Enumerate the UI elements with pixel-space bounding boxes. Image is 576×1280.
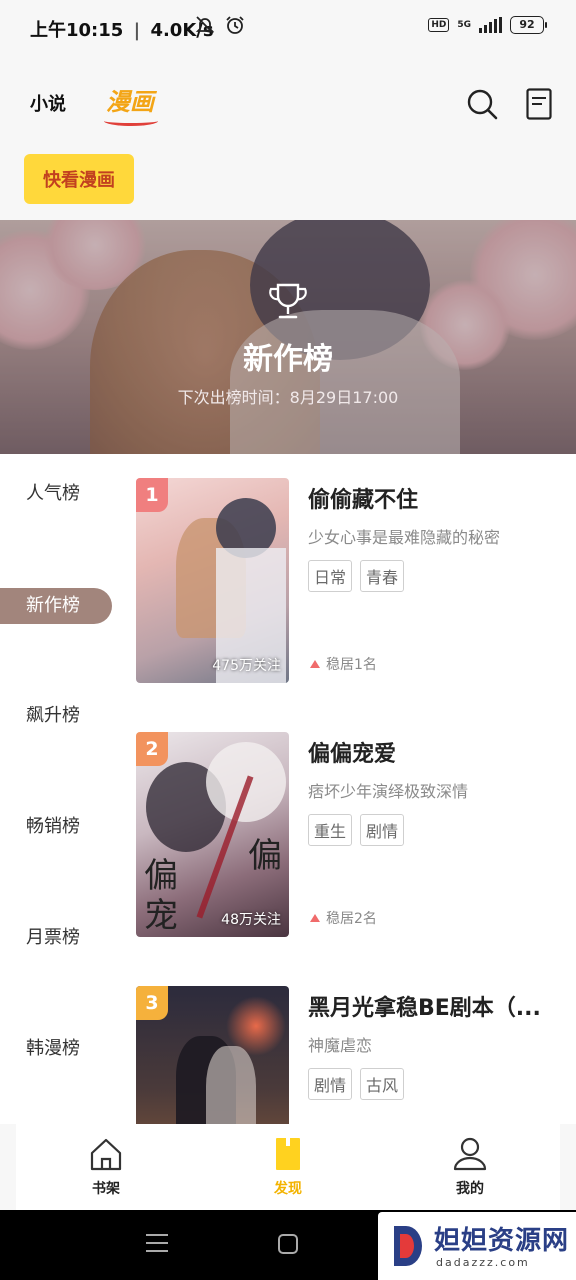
- home-icon: [90, 1138, 122, 1171]
- rank-status-text: 稳居1名: [326, 657, 377, 673]
- follower-count: 48万关注: [221, 912, 281, 928]
- bottom-navigation: 书架 发现 我的: [16, 1124, 560, 1210]
- watermark: 妲妲资源网 dadazzz.com: [378, 1212, 576, 1280]
- battery-icon: 92: [510, 16, 547, 34]
- comic-title[interactable]: 偷偷藏不住: [308, 482, 564, 514]
- banner-subtitle: 下次出榜时间：8月29日17:00: [177, 388, 399, 407]
- tag[interactable]: 古风: [360, 1068, 405, 1100]
- rank-up-icon: [310, 914, 320, 922]
- tab-active-indicator: [104, 116, 158, 126]
- category-korean[interactable]: 韩漫榜: [0, 1031, 112, 1067]
- app-screen: 上午10:15 | 4.0K/s HD 5G 92 小说 漫画 快看漫画 新作榜…: [0, 0, 576, 1280]
- nav-discover[interactable]: 发现: [238, 1136, 338, 1198]
- status-icons-left: [194, 14, 246, 36]
- tag[interactable]: 青春: [360, 560, 405, 592]
- nav-discover-label: 发现: [274, 1181, 302, 1197]
- status-time: 上午10:15 | 4.0K/s: [30, 16, 214, 42]
- status-icons-right: HD 5G 92: [428, 16, 547, 34]
- banner-title: 新作榜: [243, 342, 333, 377]
- signal-icon: [479, 17, 502, 33]
- search-icon[interactable]: [466, 88, 498, 120]
- time-text: 上午10:15: [30, 20, 124, 41]
- home-button-icon[interactable]: [278, 1234, 298, 1254]
- menu-icon[interactable]: [146, 1234, 168, 1254]
- watermark-logo-icon: [394, 1226, 422, 1266]
- network-type: 5G: [457, 19, 471, 30]
- rank-badge: 3: [136, 986, 168, 1020]
- comic-title[interactable]: 黑月光拿稳BE剧本（...: [308, 990, 564, 1022]
- category-popular[interactable]: 人气榜: [0, 476, 112, 512]
- watermark-title: 妲妲资源网: [434, 1226, 570, 1256]
- discover-book-icon: [276, 1138, 300, 1170]
- rank-badge: 2: [136, 732, 168, 766]
- rank-badge: 1: [136, 478, 168, 512]
- battery-level: 92: [519, 18, 535, 31]
- rank-status: 稳居2名: [310, 908, 377, 928]
- tag[interactable]: 日常: [308, 560, 353, 592]
- hd-badge: HD: [428, 18, 450, 32]
- category-bestselling[interactable]: 畅销榜: [0, 809, 112, 845]
- comic-info: 偏偏宠爱 痞坏少年演绎极致深情 重生 剧情: [308, 732, 568, 846]
- list-item[interactable]: 1 475万关注 偷偷藏不住 少女心事是最难隐藏的秘密 日常 青春 稳居1名: [136, 478, 576, 684]
- history-book-icon[interactable]: [526, 88, 552, 120]
- category-new[interactable]: 新作榜: [0, 588, 112, 624]
- tag-list: 日常 青春: [308, 560, 568, 592]
- tab-novel[interactable]: 小说: [30, 90, 66, 116]
- status-separator: |: [133, 20, 141, 41]
- trophy-icon: [269, 283, 307, 319]
- watermark-url: dadazzz.com: [436, 1256, 530, 1269]
- rank-status-text: 稳居2名: [326, 911, 377, 927]
- tag-list: 重生 剧情: [308, 814, 568, 846]
- category-monthly-ticket[interactable]: 月票榜: [0, 920, 112, 956]
- comic-description: 痞坏少年演绎极致深情: [308, 782, 469, 801]
- comic-info: 黑月光拿稳BE剧本（... 神魔虐恋 剧情 古风: [308, 986, 568, 1100]
- tag-list: 剧情 古风: [308, 1068, 568, 1100]
- follower-count: 475万关注: [212, 658, 281, 674]
- comic-cover[interactable]: 3: [136, 986, 289, 1124]
- nav-mine[interactable]: 我的: [420, 1136, 520, 1198]
- tab-comic[interactable]: 漫画: [106, 82, 154, 117]
- ranking-banner: 新作榜 下次出榜时间：8月29日17:00: [0, 220, 576, 454]
- status-bar: 上午10:15 | 4.0K/s HD 5G 92: [0, 0, 576, 56]
- quick-comic-button[interactable]: 快看漫画: [24, 154, 134, 204]
- list-item[interactable]: 偏 偏 宠 2 48万关注 偏偏宠爱 痞坏少年演绎极致深情 重生 剧情 稳居2名: [136, 732, 576, 938]
- comic-cover[interactable]: 1 475万关注: [136, 478, 289, 683]
- nav-shelf[interactable]: 书架: [56, 1136, 156, 1198]
- nav-mine-label: 我的: [456, 1181, 484, 1197]
- comic-cover[interactable]: 偏 偏 宠 2 48万关注: [136, 732, 289, 937]
- tag[interactable]: 剧情: [360, 814, 405, 846]
- comic-description: 神魔虐恋: [308, 1036, 373, 1055]
- mute-icon: [195, 16, 215, 34]
- rank-up-icon: [310, 660, 320, 668]
- list-item[interactable]: 3 黑月光拿稳BE剧本（... 神魔虐恋 剧情 古风: [136, 986, 576, 1124]
- alarm-icon: [226, 16, 244, 34]
- top-header: 小说 漫画 快看漫画: [0, 56, 576, 220]
- ranking-content: 人气榜 新作榜 飙升榜 畅销榜 月票榜 韩漫榜 1 475万关注 偷偷藏不住 少…: [0, 454, 576, 1124]
- tag[interactable]: 重生: [308, 814, 353, 846]
- rank-status: 稳居1名: [310, 654, 377, 674]
- user-icon: [453, 1137, 487, 1171]
- nav-shelf-label: 书架: [92, 1181, 120, 1197]
- comic-title[interactable]: 偏偏宠爱: [308, 736, 564, 768]
- tag[interactable]: 剧情: [308, 1068, 353, 1100]
- comic-description: 少女心事是最难隐藏的秘密: [308, 528, 501, 547]
- category-rising[interactable]: 飙升榜: [0, 698, 112, 734]
- comic-info: 偷偷藏不住 少女心事是最难隐藏的秘密 日常 青春: [308, 478, 568, 592]
